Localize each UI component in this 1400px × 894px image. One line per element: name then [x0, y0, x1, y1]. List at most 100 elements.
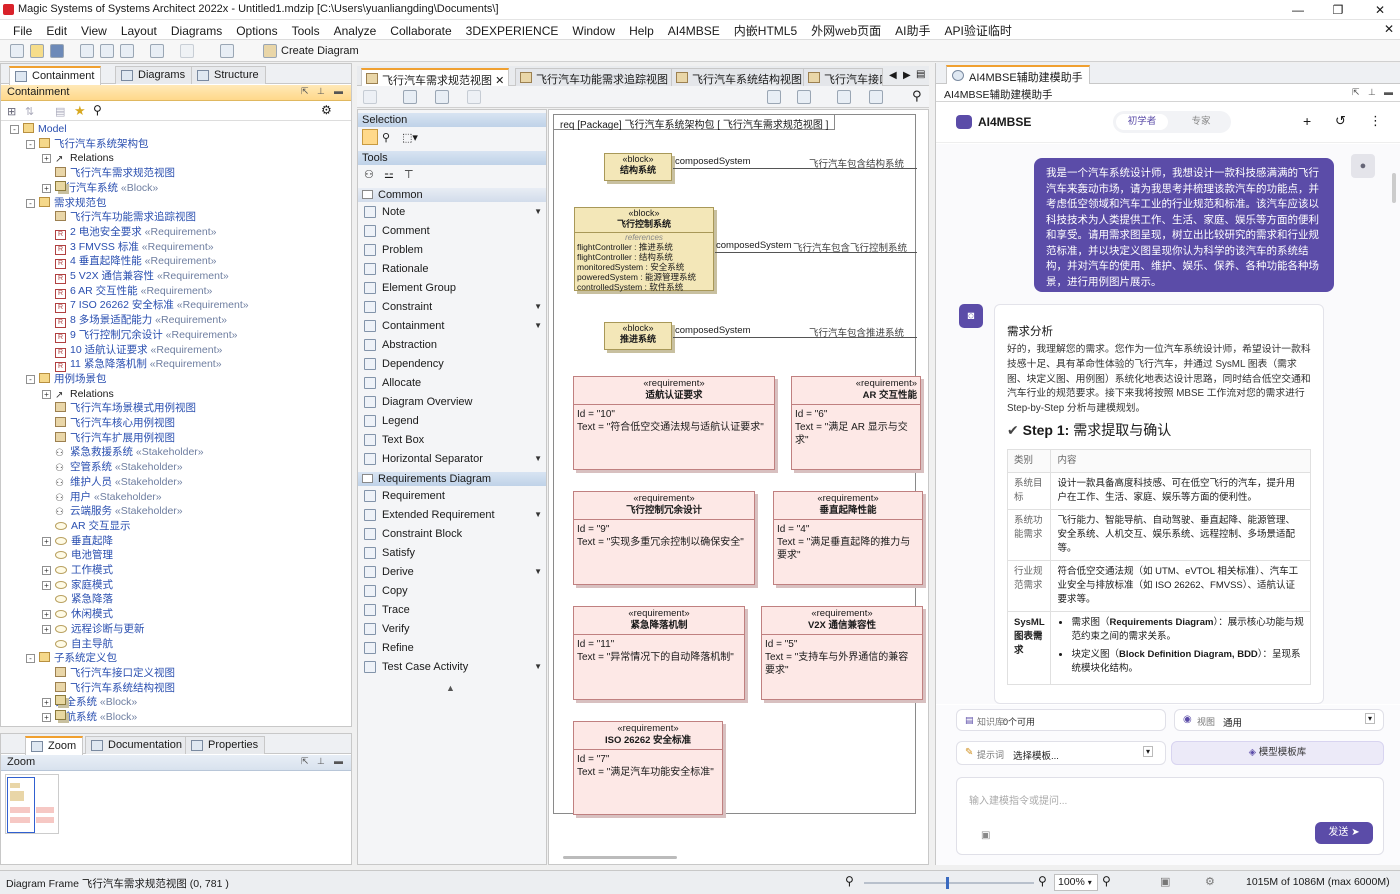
- find-icon[interactable]: [100, 44, 114, 58]
- view-select[interactable]: ◉ 视图 通用 ▾: [1174, 709, 1384, 731]
- menu-item[interactable]: 3DEXPERIENCE: [459, 21, 566, 41]
- send-button[interactable]: 发送 ➤: [1315, 822, 1373, 844]
- knowledge-base-field[interactable]: ▤ 知识库: 0个可用: [956, 709, 1166, 731]
- zoom-slider-thumb[interactable]: [946, 877, 949, 889]
- expand-icon[interactable]: +: [42, 183, 51, 193]
- diagram-search-icon[interactable]: ⚲: [912, 88, 922, 104]
- chevron-down-icon[interactable]: ▼: [534, 450, 542, 468]
- palette-item[interactable]: Refine: [362, 639, 544, 657]
- undo-icon[interactable]: [150, 44, 164, 58]
- horizontal-scrollbar[interactable]: [563, 856, 677, 859]
- chevron-down-icon[interactable]: ▼: [534, 203, 542, 221]
- new-chat-icon[interactable]: +: [1303, 113, 1311, 129]
- float-icon[interactable]: ⇱: [1352, 87, 1360, 98]
- tree-node[interactable]: + 安全系统 «Block»: [42, 695, 137, 709]
- requirement-6[interactable]: «requirement» AR 交互性能 Id = "6" Text = "满足 …: [791, 376, 921, 470]
- search-icon[interactable]: ⚲: [93, 103, 102, 117]
- menu-item[interactable]: 内嵌HTML5: [727, 21, 804, 41]
- palette-item[interactable]: Constraint Block: [362, 525, 544, 543]
- menu-item[interactable]: Edit: [39, 21, 74, 41]
- chevron-down-icon[interactable]: ▾: [1143, 746, 1154, 757]
- print-icon[interactable]: [80, 44, 94, 58]
- create-diagram-button[interactable]: Create Diagram: [281, 45, 359, 57]
- tab-diagram-2[interactable]: 飞行汽车功能需求追踪视图: [515, 68, 673, 86]
- attach-image-icon[interactable]: ▣: [981, 830, 990, 841]
- minimize-panel-icon[interactable]: ▬: [334, 86, 343, 96]
- open-icon[interactable]: [30, 44, 44, 58]
- minimize-panel-icon[interactable]: ▬: [334, 756, 343, 766]
- tree-node[interactable]: 飞行汽车功能需求追踪视图: [55, 210, 196, 224]
- tree-node[interactable]: + 垂直起降: [42, 534, 113, 548]
- palette-item[interactable]: Comment: [362, 222, 544, 240]
- palette-item[interactable]: Element Group: [362, 279, 544, 297]
- tree-node[interactable]: R 8 多场景适配能力 «Requirement»: [55, 313, 227, 329]
- palette-item[interactable]: Diagram Overview: [362, 393, 544, 411]
- minimize-icon[interactable]: —: [1284, 2, 1312, 18]
- mode-beginner-button[interactable]: 初学者: [1116, 114, 1168, 130]
- tree-node[interactable]: - 用例场景包: [26, 372, 107, 386]
- block-flight-control[interactable]: «block» 飞行控制系统 references flightControll…: [574, 207, 714, 292]
- pan-tool-icon[interactable]: ⚲: [382, 131, 390, 144]
- marquee-tool-icon[interactable]: ⬚▾: [402, 131, 418, 144]
- tab-diagram-3[interactable]: 飞行汽车系统结构视图: [671, 68, 807, 86]
- mode-expert-button[interactable]: 专家: [1175, 114, 1227, 130]
- requirement-11[interactable]: «requirement» 紧急降落机制 Id = "11" Text = "异常情…: [573, 606, 745, 700]
- more-icon[interactable]: ⋮: [1369, 113, 1382, 129]
- tab-zoom[interactable]: Zoom: [25, 736, 84, 755]
- tree-node[interactable]: R 2 电池安全要求 «Requirement»: [55, 225, 216, 240]
- expand-icon[interactable]: +: [42, 713, 51, 722]
- tree-node[interactable]: - 需求规范包: [26, 196, 107, 210]
- expand-icon[interactable]: +: [42, 536, 51, 546]
- tree-node[interactable]: AR 交互显示: [55, 519, 131, 533]
- pin-icon[interactable]: ⊥: [317, 756, 325, 767]
- menu-item[interactable]: AI助手: [888, 21, 937, 41]
- maximize-icon[interactable]: ❐: [1324, 2, 1352, 18]
- tab-diagram-1[interactable]: 飞行汽车需求规范视图 ✕: [361, 68, 510, 87]
- prompt-select[interactable]: ✎ 提示词 选择模板... ▾: [956, 741, 1166, 765]
- zoom-select[interactable]: 100% ▾: [1054, 874, 1098, 891]
- gear-icon[interactable]: ⚙: [321, 103, 332, 117]
- layout-icon[interactable]: [220, 44, 234, 58]
- tool-3-icon[interactable]: ⊤: [404, 168, 414, 181]
- tree-node[interactable]: 飞行汽车系统结构视图: [55, 681, 175, 695]
- menu-item[interactable]: API验证临时: [937, 21, 1018, 41]
- chevron-down-icon[interactable]: ▼: [534, 563, 542, 581]
- align-icon[interactable]: [435, 90, 449, 104]
- requirement-10[interactable]: «requirement» 适航认证要求 Id = "10" Text = "符合低…: [573, 376, 775, 470]
- tree-node[interactable]: ⚇ 用户 «Stakeholder»: [55, 490, 162, 504]
- nav-icon[interactable]: [403, 90, 417, 104]
- requirement-5[interactable]: «requirement» V2X 通信兼容性 Id = "5" Text = "支…: [761, 606, 923, 700]
- tree-node[interactable]: 自主导航: [55, 637, 113, 651]
- palette-item[interactable]: Requirement: [362, 487, 544, 505]
- menu-item[interactable]: Options: [229, 21, 284, 41]
- tree-node[interactable]: + 工作模式: [42, 563, 113, 577]
- tree-node[interactable]: R 4 垂直起降性能 «Requirement»: [55, 254, 216, 270]
- tree-node[interactable]: 飞行汽车接口定义视图: [55, 666, 175, 680]
- zoom-in-icon[interactable]: ⚲: [1038, 874, 1047, 888]
- palette-item[interactable]: Legend: [362, 412, 544, 430]
- tree-node[interactable]: ⚇ 维护人员 «Stakeholder»: [55, 475, 183, 489]
- float-icon[interactable]: ⇱: [301, 756, 309, 767]
- palette-item[interactable]: Abstraction: [362, 336, 544, 354]
- tab-properties[interactable]: Properties: [185, 736, 266, 754]
- tree-node[interactable]: + 远程诊断与更新: [42, 622, 145, 636]
- tab-scroll-right-icon[interactable]: ▶: [903, 70, 911, 81]
- menu-item[interactable]: Diagrams: [164, 21, 229, 41]
- palette-item[interactable]: Text Box: [362, 431, 544, 449]
- scroll-up-icon[interactable]: ▲: [446, 683, 455, 693]
- tab-containment[interactable]: Containment: [9, 66, 102, 85]
- menu-item[interactable]: Collaborate: [383, 21, 458, 41]
- tree-node[interactable]: R 10 适航认证要求 «Requirement»: [55, 343, 222, 358]
- palette-item[interactable]: Trace: [362, 601, 544, 619]
- palette-item[interactable]: Verify: [362, 620, 544, 638]
- tab-diagrams[interactable]: Diagrams: [115, 66, 193, 84]
- palette-item[interactable]: Rationale: [362, 260, 544, 278]
- expand-icon[interactable]: +: [42, 610, 51, 620]
- monitor-icon[interactable]: ▣: [1160, 875, 1170, 888]
- minimize-panel-icon[interactable]: ▬: [1384, 87, 1393, 97]
- menu-item[interactable]: AI4MBSE: [661, 21, 727, 41]
- collapse-icon[interactable]: -: [26, 198, 35, 208]
- composition-line[interactable]: [715, 252, 917, 253]
- new-icon[interactable]: [10, 44, 24, 58]
- binoculars-icon[interactable]: [120, 44, 134, 58]
